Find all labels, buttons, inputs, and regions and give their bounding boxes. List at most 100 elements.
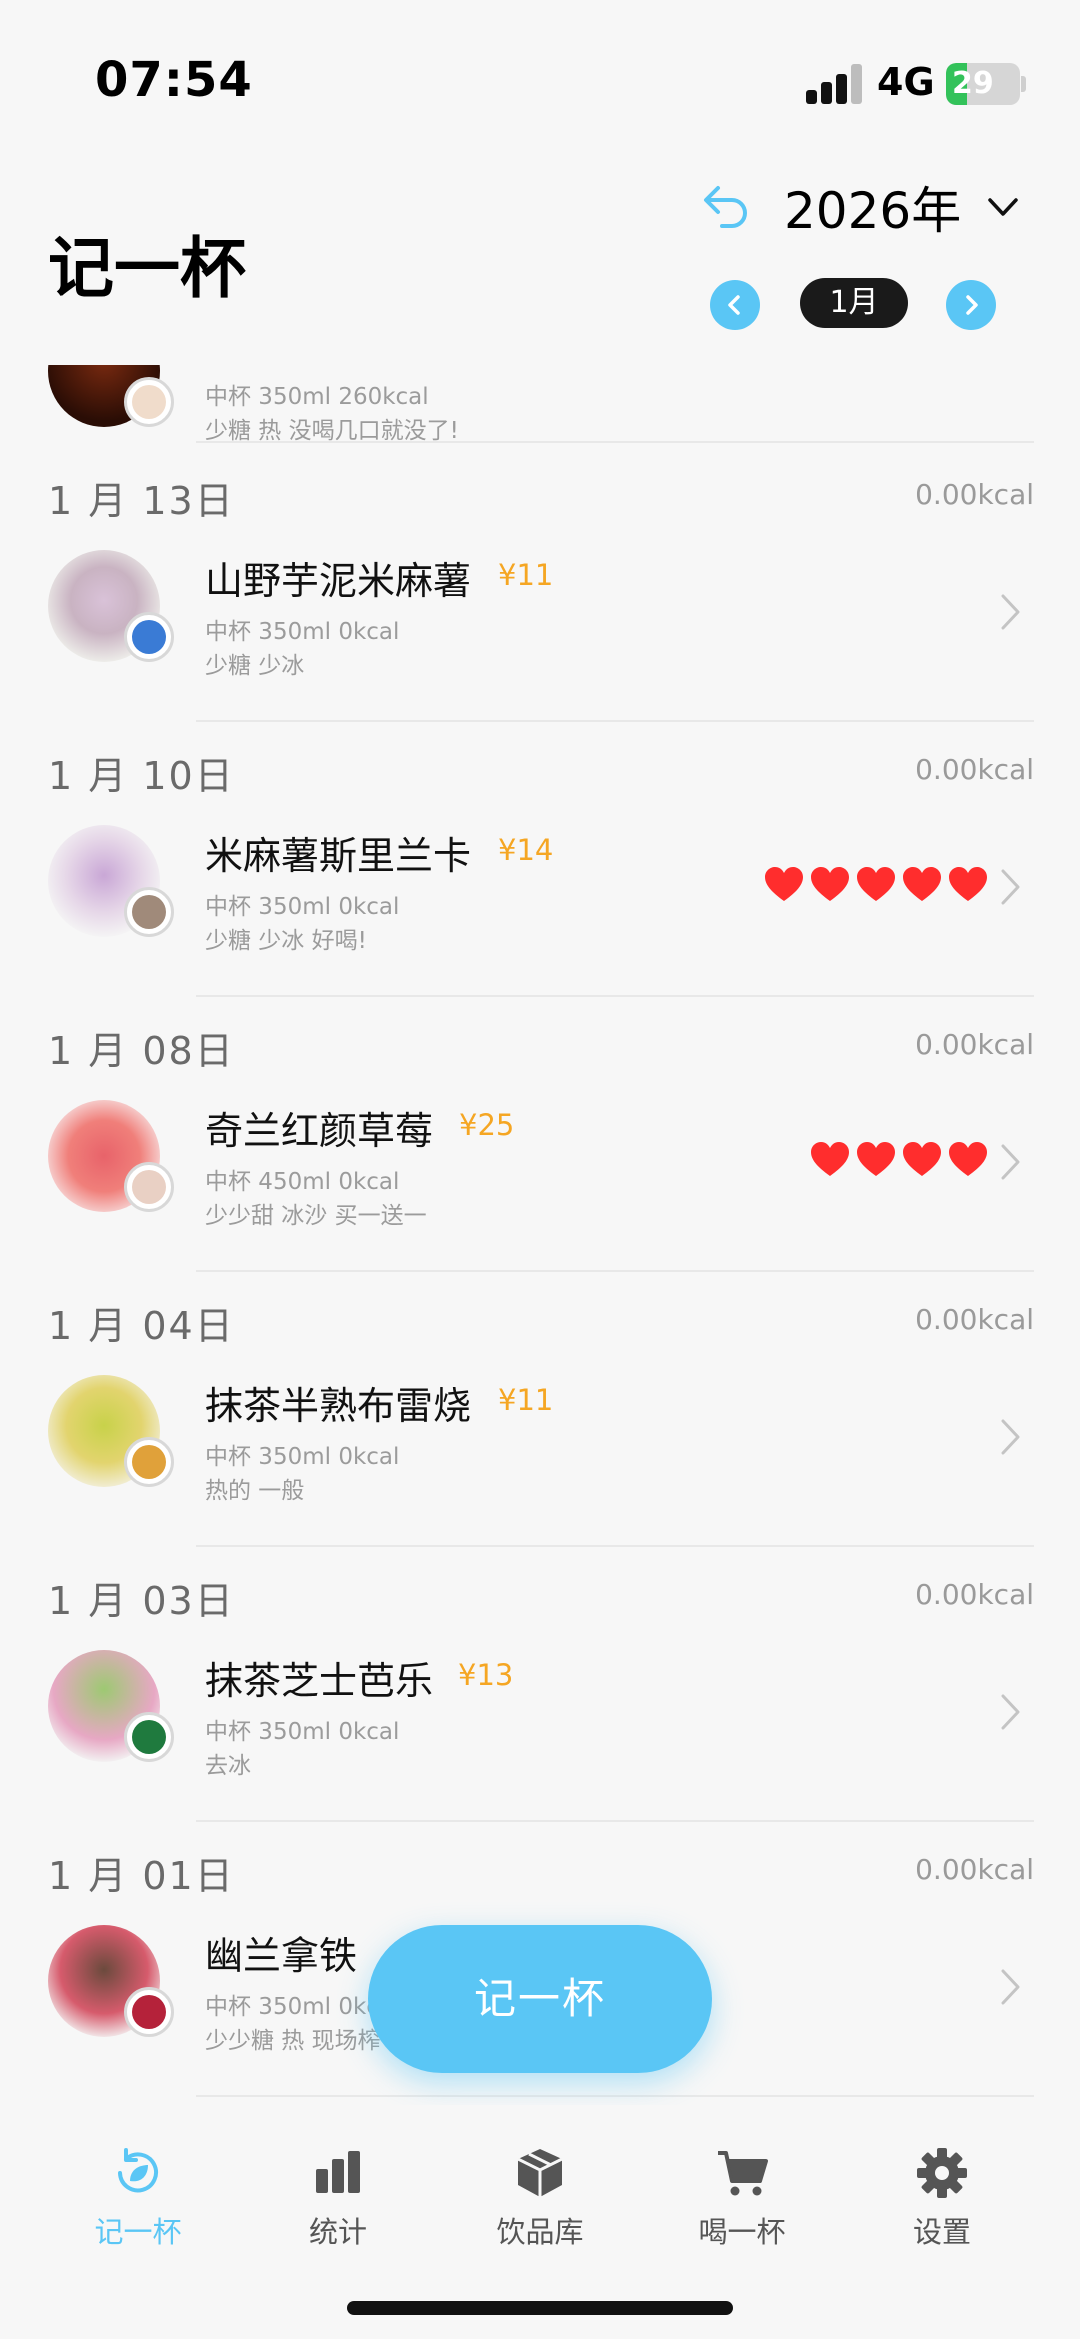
drink-spec: 中杯 350ml 0kcal	[205, 1719, 400, 1745]
tab-stats[interactable]: 统计	[238, 2145, 438, 2265]
divider	[196, 441, 1034, 443]
status-time: 07:54	[95, 52, 253, 108]
tab-label: 喝一杯	[698, 2215, 786, 2249]
brand-logo	[124, 1437, 174, 1487]
daily-kcal: 0.00kcal	[915, 753, 1034, 786]
list-item[interactable]: 奇兰红颜草莓 ¥25 中杯 450ml 0kcal 少少甜 冰沙 买一送一	[0, 1090, 1080, 1250]
drink-price: ¥14	[498, 833, 554, 867]
divider	[196, 720, 1034, 722]
drink-note: 少糖 少冰 好喝!	[205, 928, 367, 954]
daily-kcal: 0.00kcal	[915, 478, 1034, 511]
date-header: 1 月 03日 0.00kcal	[48, 1570, 1034, 1630]
drink-spec: 中杯 350ml 0kcal	[205, 894, 400, 920]
record-drink-button[interactable]: 记一杯	[368, 1925, 712, 2073]
chevron-right-icon	[1001, 869, 1020, 905]
brand-logo	[124, 377, 174, 427]
tab-label: 设置	[912, 2215, 971, 2249]
prev-month-button[interactable]	[710, 280, 760, 330]
drink-price: ¥11	[498, 1383, 554, 1417]
chevron-right-icon	[1001, 1419, 1020, 1455]
status-bar: 07:54 4G 29	[0, 0, 1080, 140]
tab-record[interactable]: 记一杯	[38, 2145, 238, 2265]
drink-name: 抹茶芝士芭乐	[205, 1659, 434, 1703]
rating-hearts	[758, 867, 988, 907]
date-header: 1 月 08日 0.00kcal	[48, 1020, 1034, 1080]
drink-note: 少少糖 热 现场榨	[205, 2028, 381, 2054]
chevron-right-icon	[1001, 1694, 1020, 1730]
drink-note: 少少甜 冰沙 买一送一	[205, 1203, 427, 1229]
date-header: 1 月 01日 0.00kcal	[48, 1845, 1034, 1905]
heart-icon	[765, 867, 803, 901]
return-icon[interactable]	[700, 180, 752, 232]
list-item[interactable]: 米麻薯斯里兰卡 ¥14 中杯 350ml 0kcal 少糖 少冰 好喝!	[0, 815, 1080, 975]
heart-icon	[949, 1142, 987, 1176]
chevron-right-icon	[966, 295, 978, 315]
divider	[196, 1820, 1034, 1822]
drink-note: 热的 一般	[205, 1478, 305, 1504]
tab-settings[interactable]: 设置	[842, 2145, 1042, 2265]
list-item[interactable]: 抹茶半熟布雷烧 ¥11 中杯 350ml 0kcal 热的 一般	[0, 1365, 1080, 1525]
date-label: 1 月 08日	[48, 1029, 235, 1073]
list-item[interactable]: 山野芋泥米麻薯 ¥11 中杯 350ml 0kcal 少糖 少冰	[0, 540, 1080, 700]
daily-kcal: 0.00kcal	[915, 1853, 1034, 1886]
chevron-left-icon	[728, 295, 740, 315]
list-item[interactable]: 中杯 350ml 260kcal 少糖 热 没喝几口就没了!	[0, 365, 1080, 465]
brand-logo	[124, 1987, 174, 2037]
drink-spec: 中杯 450ml 0kcal	[205, 1169, 400, 1195]
heart-icon	[949, 867, 987, 901]
drink-price: ¥13	[458, 1658, 514, 1692]
tab-drink[interactable]: 喝一杯	[642, 2145, 842, 2265]
battery-icon: 29	[946, 63, 1026, 105]
chevron-right-icon	[1001, 594, 1020, 630]
drink-list[interactable]: 中杯 350ml 260kcal 少糖 热 没喝几口就没了! 1 月 13日 0…	[0, 365, 1080, 2105]
chart-icon	[316, 2151, 360, 2193]
drink-price: ¥11	[498, 558, 554, 592]
date-label: 1 月 04日	[48, 1304, 235, 1348]
heart-icon	[903, 1142, 941, 1176]
brand-logo	[124, 887, 174, 937]
tab-label: 饮品库	[496, 2215, 584, 2249]
date-header: 1 月 10日 0.00kcal	[48, 745, 1034, 805]
drink-name: 山野芋泥米麻薯	[205, 559, 472, 603]
drink-spec: 中杯 350ml 0kcal	[205, 1444, 400, 1470]
month-label[interactable]: 1月	[800, 278, 908, 328]
tab-label: 统计	[308, 2215, 367, 2249]
next-month-button[interactable]	[946, 280, 996, 330]
network-type: 4G	[877, 60, 935, 104]
date-label: 1 月 13日	[48, 479, 235, 523]
brand-logo	[124, 612, 174, 662]
rating-hearts	[804, 1142, 988, 1182]
drink-note: 少糖 少冰	[205, 653, 305, 679]
chevron-right-icon	[1001, 1144, 1020, 1180]
battery-level: 29	[952, 66, 994, 101]
drink-note: 少糖 热 没喝几口就没了!	[205, 418, 459, 444]
year-label: 2026年	[784, 182, 962, 240]
drink-name: 抹茶半熟布雷烧	[205, 1384, 472, 1428]
drink-price: ¥25	[459, 1108, 515, 1142]
heart-icon	[903, 867, 941, 901]
divider	[196, 2095, 1034, 2097]
list-item[interactable]: 抹茶芝士芭乐 ¥13 中杯 350ml 0kcal 去冰	[0, 1640, 1080, 1800]
page-title: 记一杯	[48, 230, 246, 307]
brand-logo	[124, 1712, 174, 1762]
drink-name: 幽兰拿铁	[205, 1934, 358, 1978]
daily-kcal: 0.00kcal	[915, 1303, 1034, 1336]
year-selector[interactable]: 2026年	[784, 172, 1021, 242]
date-header: 1 月 13日 0.00kcal	[48, 470, 1034, 530]
drink-note: 去冰	[205, 1753, 251, 1779]
cart-icon	[718, 2151, 768, 2196]
tab-label: 记一杯	[94, 2215, 182, 2249]
date-label: 1 月 03日	[48, 1579, 235, 1623]
gear-icon	[917, 2148, 967, 2198]
tab-library[interactable]: 饮品库	[440, 2145, 640, 2265]
drink-spec: 中杯 350ml 260kcal	[205, 384, 429, 410]
chevron-down-icon	[988, 198, 1018, 216]
divider	[196, 1270, 1034, 1272]
heart-icon	[811, 867, 849, 901]
chevron-right-icon	[1001, 1969, 1020, 2005]
daily-kcal: 0.00kcal	[915, 1578, 1034, 1611]
brand-logo	[124, 1162, 174, 1212]
heart-icon	[857, 1142, 895, 1176]
daily-kcal: 0.00kcal	[915, 1028, 1034, 1061]
home-indicator	[347, 2301, 733, 2315]
